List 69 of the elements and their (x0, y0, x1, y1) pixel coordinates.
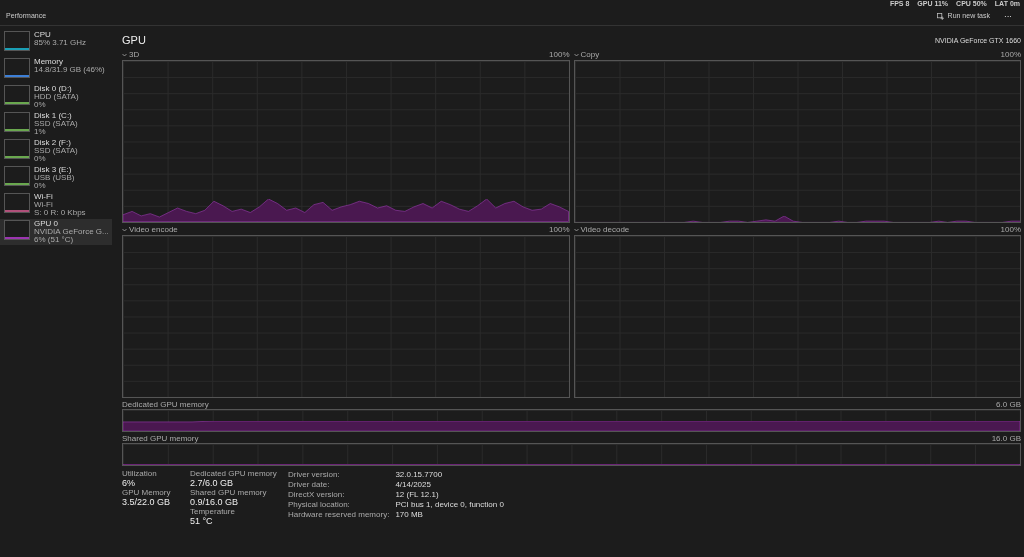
engine-label[interactable]: Video encode (129, 225, 178, 235)
axis-max-label: 100% (549, 225, 570, 235)
chevron-icon (573, 53, 579, 57)
sidebar-item[interactable]: Memory 14.8/31.9 GB (46%) (0, 57, 112, 83)
property-label: Hardware reserved memory: (288, 510, 390, 520)
item-detail: NVIDIA GeForce G... (34, 228, 108, 236)
item-name: GPU 0 (34, 220, 59, 228)
axis-max-label: 100% (1000, 50, 1021, 60)
item-detail: HDD (SATA) (34, 93, 79, 101)
property-label: Driver version: (288, 470, 341, 480)
axis-max-label: 16.0 GB (991, 434, 1021, 443)
item-detail: SSD (SATA) (34, 147, 78, 155)
sidebar-item[interactable]: Disk 0 (D:) HDD (SATA) 0% (0, 84, 112, 110)
item-detail: SSD (SATA) (34, 120, 78, 128)
sidebar-item[interactable]: Wi-Fi Wi-Fi S: 0 R: 0 Kbps (0, 192, 112, 218)
axis-max-label: 100% (549, 50, 570, 60)
axis-max-label: 6.0 GB (996, 400, 1021, 409)
item-detail: 85% 3.71 GHz (34, 39, 87, 47)
stat-value: 6% (122, 478, 136, 489)
stat-label: Utilization (122, 470, 158, 478)
item-value: 0% (34, 101, 47, 109)
item-name: Memory (34, 58, 63, 66)
item-name: CPU (34, 31, 52, 39)
memory-chart-label: Shared GPU memory (122, 434, 199, 443)
property-label: DirectX version: (288, 490, 346, 500)
property-value: 170 MB (395, 510, 424, 520)
item-detail: Wi-Fi (34, 201, 54, 209)
item-name: Disk 0 (D:) (34, 85, 72, 93)
axis-max-label: 100% (1000, 225, 1021, 235)
sidebar-item[interactable]: GPU 0 NVIDIA GeForce G... 6% (51 °C) (0, 219, 112, 245)
section-title: GPU (122, 32, 146, 48)
item-value: 0% (34, 182, 47, 190)
item-detail: USB (USB) (34, 174, 75, 182)
property-value: 4/14/2025 (395, 480, 432, 490)
sidebar-item[interactable]: Disk 3 (E:) USB (USB) 0% (0, 165, 112, 191)
property-value: PCI bus 1, device 0, function 0 (395, 500, 504, 510)
item-value: 1% (34, 128, 47, 136)
engine-label[interactable]: 3D (129, 50, 140, 60)
item-name: Disk 3 (E:) (34, 166, 72, 174)
property-label: Physical location: (288, 500, 351, 510)
property-value: 12 (FL 12.1) (395, 490, 440, 500)
stat-label: GPU Memory (122, 489, 172, 497)
item-detail: 14.8/31.9 GB (46%) (34, 66, 105, 74)
property-value: 32.0.15.7700 (395, 470, 444, 480)
chevron-icon (122, 228, 127, 232)
item-name: Disk 2 (F:) (34, 139, 71, 147)
item-name: Disk 1 (C:) (34, 112, 72, 120)
stat-value: 3.5/22.0 GB (122, 497, 172, 508)
item-value: 6% (51 °C) (34, 236, 75, 244)
stat-label: Dedicated GPU memory (190, 470, 278, 478)
item-value: S: 0 R: 0 Kbps (34, 209, 86, 217)
sidebar-item[interactable]: CPU 85% 3.71 GHz (0, 30, 112, 56)
item-value: 0% (34, 155, 47, 163)
sidebar-item[interactable]: Disk 1 (C:) SSD (SATA) 1% (0, 111, 112, 137)
chevron-icon (122, 53, 127, 57)
item-name: Wi-Fi (34, 193, 54, 201)
property-label: Driver date: (288, 480, 331, 490)
more-button[interactable]: ··· (1002, 12, 1014, 21)
memory-chart-label: Dedicated GPU memory (122, 400, 209, 409)
engine-label[interactable]: Copy (580, 50, 600, 60)
stat-label: Temperature (190, 508, 236, 516)
stat-value: 0.9/16.0 GB (190, 497, 240, 508)
engine-label[interactable]: Video decode (580, 225, 630, 235)
stat-label: Shared GPU memory (190, 489, 268, 497)
sidebar-item[interactable]: Disk 2 (F:) SSD (SATA) 0% (0, 138, 112, 164)
new-task-icon (936, 13, 944, 20)
stat-value: 51 °C (190, 516, 214, 527)
chevron-icon (573, 228, 579, 232)
stat-value: 2.7/6.0 GB (190, 478, 235, 489)
